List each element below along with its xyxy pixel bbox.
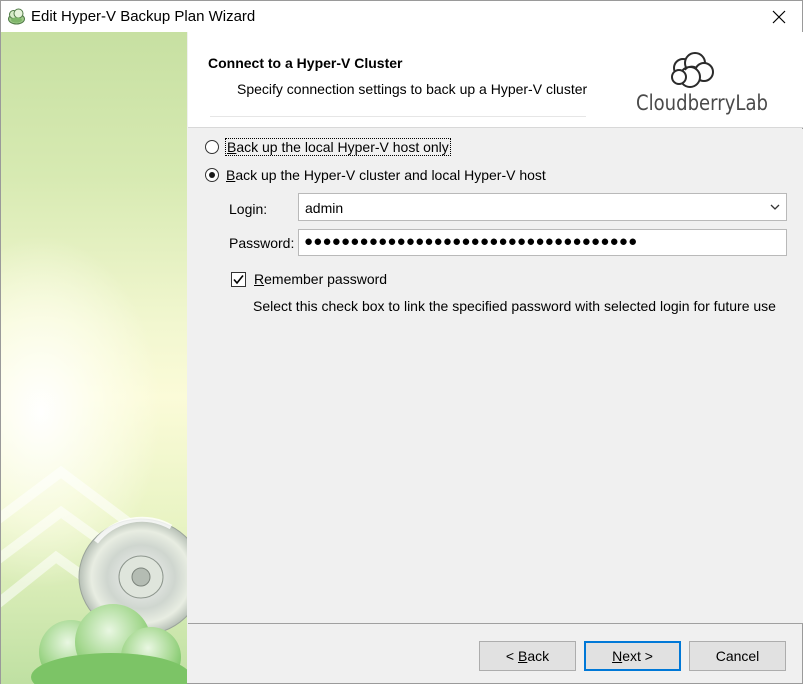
wizard-window: Edit Hyper-V Backup Plan Wizard Connect …: [0, 0, 803, 684]
checkmark-icon: [233, 274, 244, 284]
checkbox-checked[interactable]: [231, 271, 246, 287]
radio-label-cluster-and-local: Back up the Hyper-V cluster and local Hy…: [226, 167, 546, 183]
disc-cloud-illustration: [1, 465, 187, 684]
footer-divider: [188, 623, 803, 624]
remember-password-hint: Select this check box to link the specif…: [253, 298, 776, 314]
radio-label-local-host-only: Back up the local Hyper-V host only: [225, 138, 451, 156]
login-label: Login:: [229, 201, 268, 217]
remember-password-label: Remember password: [254, 271, 388, 287]
password-field[interactable]: ●●●●●●●●●●●●●●●●●●●●●●●●●●●●●●●●●●●●: [298, 229, 787, 256]
chevron-down-icon[interactable]: [770, 203, 780, 211]
close-button[interactable]: [756, 1, 802, 32]
wizard-header: Connect to a Hyper-V Cluster Specify con…: [188, 32, 803, 128]
back-button[interactable]: < Back: [479, 641, 576, 671]
login-combobox[interactable]: admin: [298, 193, 787, 221]
header-divider: [210, 116, 586, 117]
page-title: Connect to a Hyper-V Cluster: [208, 55, 403, 71]
wizard-content: Back up the local Hyper-V host only Back…: [188, 129, 803, 623]
cloud-backup-icon: [8, 8, 25, 25]
wizard-side-banner: [1, 32, 187, 684]
logo-text: CloudberryLab: [636, 91, 768, 115]
remember-password-checkbox[interactable]: Remember password: [231, 271, 387, 287]
password-mask: ●●●●●●●●●●●●●●●●●●●●●●●●●●●●●●●●●●●●: [304, 233, 638, 250]
next-button[interactable]: Next >: [584, 641, 681, 671]
password-label: Password:: [229, 235, 295, 251]
window-title: Edit Hyper-V Backup Plan Wizard: [31, 8, 256, 25]
title-bar: Edit Hyper-V Backup Plan Wizard: [1, 1, 802, 32]
radio-cluster-and-local[interactable]: Back up the Hyper-V cluster and local Hy…: [205, 167, 546, 183]
radio-button-selected[interactable]: [205, 168, 219, 182]
radio-button-unselected[interactable]: [205, 140, 219, 154]
cancel-button[interactable]: Cancel: [689, 641, 786, 671]
close-icon: [772, 10, 786, 23]
login-value: admin: [305, 200, 344, 216]
page-subtitle: Specify connection settings to back up a…: [237, 81, 588, 97]
radio-local-host-only[interactable]: Back up the local Hyper-V host only: [205, 138, 451, 156]
